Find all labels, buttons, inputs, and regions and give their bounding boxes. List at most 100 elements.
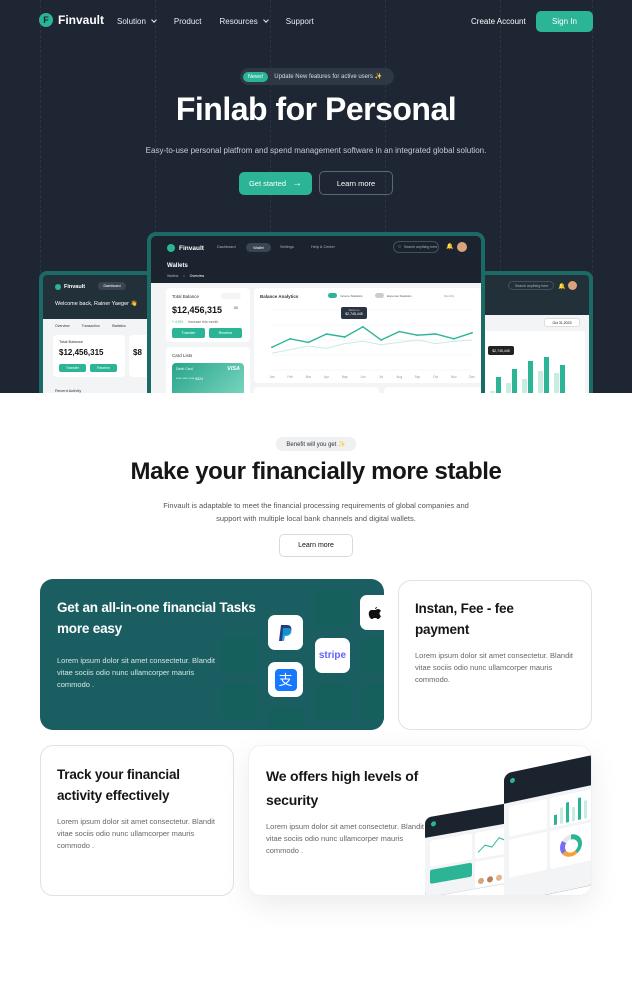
dash-breadcrumb: Wallets • Overview (167, 274, 204, 278)
card-selector (221, 293, 241, 299)
card-lists-label: Card Lists (172, 353, 193, 358)
chart-bar (554, 373, 559, 393)
dash-tab-settings: Settings (280, 245, 294, 249)
chart-series-line (271, 339, 473, 354)
dash-body: Total Balance $12,456,315 .00 + 4.5% inc… (151, 283, 481, 393)
brand-name: Finvault (58, 13, 105, 27)
top-navbar: F Finvault Solution Product Resources Su… (0, 0, 632, 44)
dash-search: ○ Search anything here (393, 241, 439, 253)
total-balance-value: $12,456,315 (172, 305, 223, 315)
visa-card: Debit Card VISA **** **** **** 8824 (172, 363, 244, 393)
chart-x-tick: Dec (469, 375, 475, 379)
create-account-link[interactable]: Create Account (471, 17, 526, 26)
card-label: Debit Card (176, 367, 193, 371)
dashboard-preview-main: Finvault Dashboard Wallet Settings Help … (147, 232, 485, 393)
search-icon: ○ (398, 244, 402, 250)
feature-body: Lorem ipsum dolor sit amet consectetur. … (57, 656, 215, 689)
nav-support[interactable]: Support (286, 17, 314, 26)
mini-card (430, 833, 472, 867)
dash-left-tab: Overview (55, 324, 70, 328)
visa-logo: VISA (227, 366, 240, 372)
total-balance-card: Total Balance $12,456,315 .00 + 4.5% inc… (166, 288, 250, 342)
get-started-label: Get started (248, 179, 287, 188)
apple-pay-icon (360, 595, 384, 630)
dash-left-balance-card: Total Balance $12,456,315 Transfer Recei… (53, 335, 125, 377)
chart-x-tick: Nov (451, 375, 457, 379)
card-lists: Card Lists Debit Card VISA **** **** ***… (166, 347, 250, 393)
dash-tab-dashboard: Dashboard (217, 245, 236, 249)
balance-cents: .00 (233, 306, 238, 310)
dash-left-brand-name: Finvault (64, 284, 86, 290)
dash-left-tabs: Overview Transaction Statistics (55, 324, 126, 328)
dash-left-balance-value: $12,456,315 (59, 348, 104, 357)
chart-x-tick: Oct (433, 375, 438, 379)
dash-left-tab: Statistics (111, 324, 126, 328)
security-dashboard-large (504, 754, 591, 895)
feature-title: Track your financial activity effectivel… (57, 767, 180, 803)
avatar (457, 242, 467, 252)
announcement-pill[interactable]: News! Update New features for active use… (240, 68, 394, 85)
balance-analytics-card: Balance Analytics Income Statistics Expe… (254, 288, 481, 383)
chart-x-tick: Sep (415, 375, 421, 379)
chart-point (325, 333, 328, 335)
chart-bar (560, 365, 565, 393)
nav-resources[interactable]: Resources (220, 17, 269, 26)
chart-bar (528, 361, 533, 393)
dash-left-secondary-value: $8 (133, 348, 142, 357)
dash-bottom-card (384, 387, 481, 393)
chart-point (434, 333, 437, 335)
dash-left-tab-dashboard: Dashboard (98, 282, 126, 290)
hero-section: F Finvault Solution Product Resources Su… (0, 0, 632, 393)
dashboard-preview-left: Finvault Dashboard Welcome back, Rainer … (39, 271, 154, 393)
feature-body: Lorem ipsum dolor sit amet consectetur. … (57, 817, 215, 850)
receive-button: Receive (209, 328, 242, 338)
learn-more-button[interactable]: Learn more (319, 171, 393, 195)
avatar (568, 281, 577, 290)
chart-bar (522, 379, 527, 393)
nav-solution[interactable]: Solution (117, 17, 157, 26)
chart-x-tick: Jan (269, 375, 274, 379)
mini-card (550, 789, 591, 828)
chart-point (471, 331, 473, 334)
nav-links: Solution Product Resources Support (117, 17, 314, 26)
feature-title: Get an all-in-one financial Tasks more e… (57, 600, 256, 636)
decor-tile (315, 590, 351, 626)
feature-title: Instan, Fee - fee payment (415, 601, 514, 637)
chart-bar (544, 357, 549, 393)
dash-brand: Finvault (167, 244, 204, 252)
paypal-icon (268, 615, 303, 650)
feature-card-all-in-one: Get an all-in-one financial Tasks more e… (40, 579, 384, 730)
breadcrumb-item: Overview (189, 274, 205, 278)
finvault-logo-icon (55, 284, 61, 290)
dash-left-tab: Transaction (81, 324, 100, 328)
chart-point (271, 346, 273, 349)
dashboard-preview-right: Search anything here 🔔 Oct 31,2023 $2,74… (478, 271, 593, 393)
bar-chart (490, 357, 565, 393)
dash-search-placeholder: Search anything here (404, 245, 438, 249)
finvault-logo-icon: F (39, 13, 53, 27)
chart-x-tick: Mar (306, 375, 312, 379)
breadcrumb-sep: • (183, 274, 185, 278)
dash-right-chart-card: $2,745,445 (482, 331, 585, 393)
security-dashboard-body (504, 784, 591, 895)
decor-tile (315, 684, 351, 720)
get-started-button[interactable]: Get started → (239, 172, 312, 195)
section-learn-more-button[interactable]: Learn more (279, 534, 353, 557)
chart-bar (490, 391, 495, 393)
dash-right-search: Search anything here (508, 281, 554, 290)
welcome-text: Welcome back, Rainer Yaeger 👋 (55, 301, 138, 307)
avatar (496, 874, 502, 882)
arrow-right-icon: → (292, 178, 303, 189)
sign-in-button[interactable]: Sign In (536, 11, 593, 32)
nav-product[interactable]: Product (174, 17, 202, 26)
brand-logo[interactable]: F Finvault (39, 13, 104, 27)
chart-x-tick: Feb (287, 375, 293, 379)
recent-activity-label: Recent Activity (55, 388, 82, 393)
mini-card (509, 798, 547, 837)
announcement-text: Update New features for active users ✨ (274, 74, 383, 80)
hero-title: Finlab for Personal (175, 91, 457, 127)
alipay-icon: 支 (268, 662, 303, 697)
chart-point (289, 337, 292, 340)
chart-bar (512, 369, 517, 393)
nav-product-label: Product (173, 17, 202, 26)
